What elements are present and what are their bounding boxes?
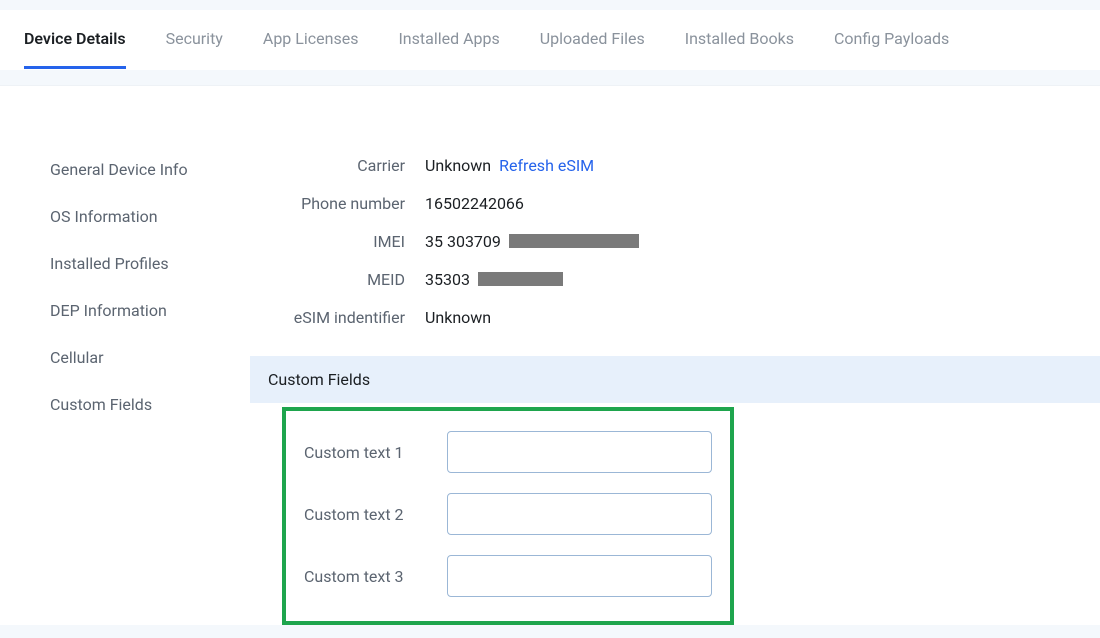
sidebar-item-dep-information[interactable]: DEP Information (50, 287, 250, 334)
tab-config-payloads[interactable]: Config Payloads (834, 10, 949, 69)
custom-fields-highlight-box: Custom text 1 Custom text 2 Custom text … (282, 407, 734, 625)
tab-bar: Device Details Security App Licenses Ins… (0, 10, 1100, 70)
input-custom-text-3[interactable] (447, 555, 712, 597)
input-custom-text-2[interactable] (447, 493, 712, 535)
value-meid: 35303 (425, 270, 470, 289)
label-custom-text-3: Custom text 3 (304, 567, 429, 586)
label-imei: IMEI (250, 232, 425, 251)
value-phone-number: 16502242066 (425, 194, 524, 213)
value-imei: 35 303709 (425, 232, 501, 251)
detail-sidebar: General Device Info OS Information Insta… (0, 146, 250, 625)
redacted-meid-suffix (478, 272, 563, 286)
tab-installed-apps[interactable]: Installed Apps (398, 10, 499, 69)
label-esim-identifier: eSIM indentifier (250, 308, 425, 327)
label-carrier: Carrier (250, 156, 425, 175)
sidebar-item-os-information[interactable]: OS Information (50, 193, 250, 240)
label-custom-text-1: Custom text 1 (304, 443, 429, 462)
content-panel: General Device Info OS Information Insta… (0, 85, 1100, 625)
link-refresh-esim[interactable]: Refresh eSIM (499, 156, 594, 175)
value-carrier: Unknown (425, 156, 491, 175)
tab-installed-books[interactable]: Installed Books (685, 10, 794, 69)
sidebar-item-general-device-info[interactable]: General Device Info (50, 146, 250, 193)
sidebar-item-installed-profiles[interactable]: Installed Profiles (50, 240, 250, 287)
label-custom-text-2: Custom text 2 (304, 505, 429, 524)
tab-security[interactable]: Security (166, 10, 223, 69)
sidebar-item-cellular[interactable]: Cellular (50, 334, 250, 381)
label-meid: MEID (250, 270, 425, 289)
value-esim-identifier: Unknown (425, 308, 491, 327)
section-heading-custom-fields: Custom Fields (250, 356, 1100, 403)
label-phone-number: Phone number (250, 194, 425, 213)
input-custom-text-1[interactable] (447, 431, 712, 473)
detail-content: Carrier Unknown Refresh eSIM Phone numbe… (250, 146, 1100, 625)
redacted-imei-suffix (509, 234, 639, 248)
tab-app-licenses[interactable]: App Licenses (263, 10, 359, 69)
sidebar-item-custom-fields[interactable]: Custom Fields (50, 381, 250, 428)
tab-uploaded-files[interactable]: Uploaded Files (540, 10, 645, 69)
tab-device-details[interactable]: Device Details (24, 10, 126, 69)
